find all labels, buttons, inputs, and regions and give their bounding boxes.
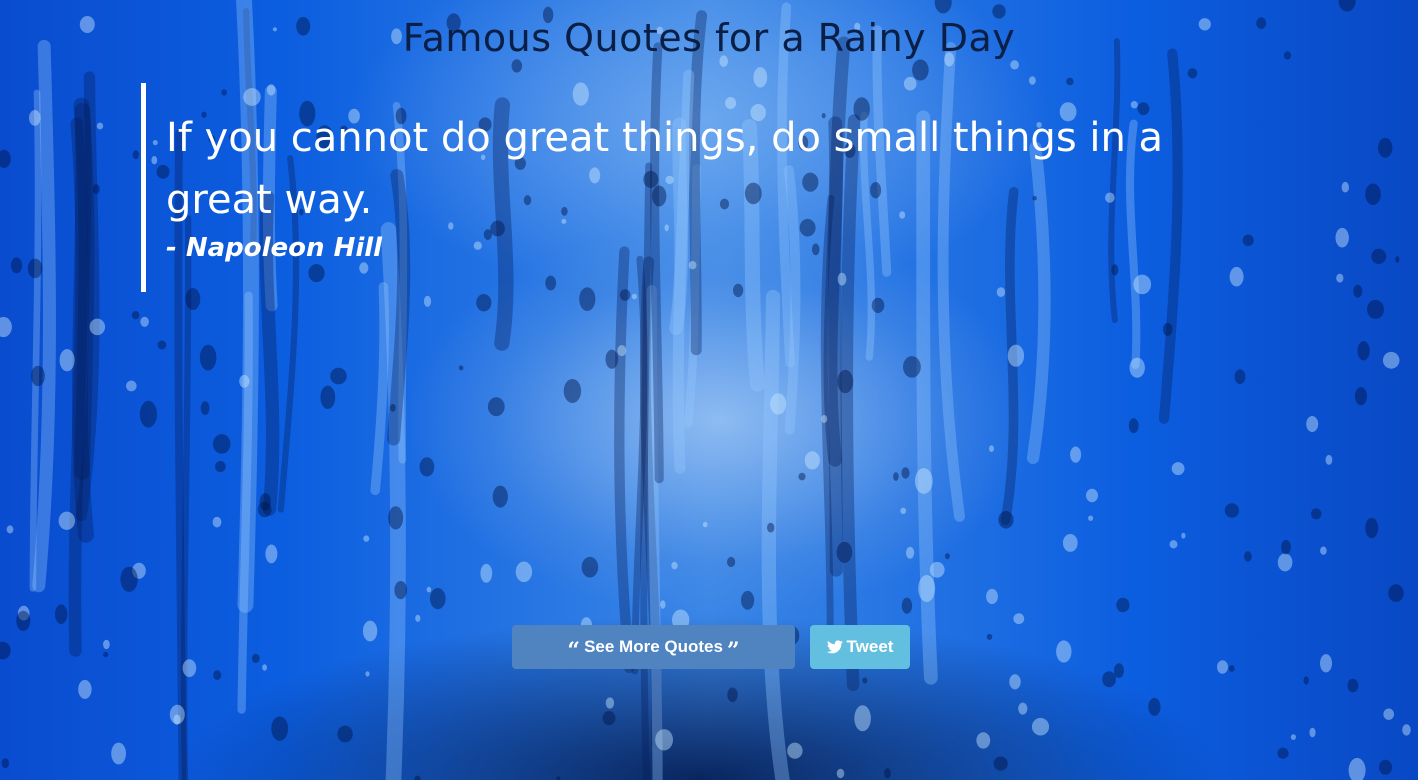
quote-blockquote: If you cannot do great things, do small …	[141, 83, 1211, 292]
see-more-quotes-label: See More Quotes	[584, 637, 723, 656]
quote-text: If you cannot do great things, do small …	[166, 115, 1164, 223]
page-title: Famous Quotes for a Rainy Day	[402, 16, 1016, 60]
tweet-button[interactable]: Tweet	[810, 625, 910, 669]
tweet-label: Tweet	[846, 637, 894, 656]
twitter-bird-icon	[826, 640, 843, 654]
quote-right-icon: ”	[726, 638, 740, 664]
quote-left-icon: “	[567, 638, 581, 664]
quote-author: - Napoleon Hill	[166, 233, 383, 263]
see-more-quotes-button[interactable]: “ See More Quotes ”	[512, 625, 795, 669]
